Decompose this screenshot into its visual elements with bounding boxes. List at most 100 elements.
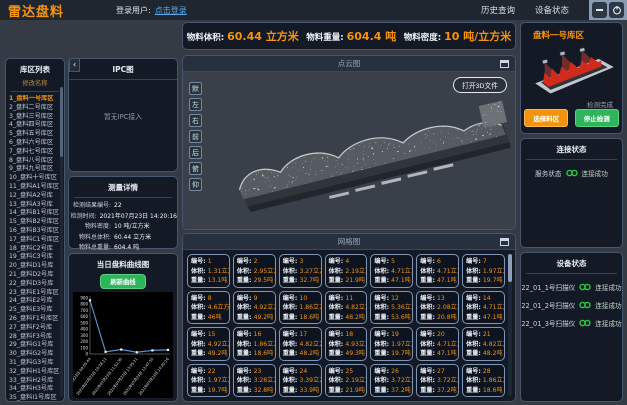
grid-wt-label: 重量:	[329, 314, 346, 321]
grid-cell-id: 编号: 27	[420, 367, 455, 377]
view-angle-button[interactable]: 右	[189, 114, 202, 127]
svg-text:100: 100	[80, 345, 88, 350]
device-status-link[interactable]: 设备状态	[535, 4, 569, 16]
open-3d-file-button[interactable]: 打开3D文件	[453, 77, 507, 93]
grid-cell[interactable]: 编号: 3体积: 3.27立方米重量: 32.7吨	[279, 254, 322, 288]
sidebar-item-storage-area[interactable]: 19_盘料C3号库	[9, 253, 64, 262]
grid-cell[interactable]: 编号: 16体积: 1.86立方米重量: 18.6吨	[233, 327, 276, 361]
sidebar-scrollbar[interactable]	[60, 87, 63, 397]
sidebar-item-storage-area[interactable]: 2_盘料二号库区	[9, 104, 64, 113]
expand-window-icon[interactable]	[500, 238, 509, 246]
grid-cell[interactable]: 编号: 24体积: 3.39立方米重量: 33.9吨	[279, 364, 322, 398]
grid-wt-value: 19.7吨	[208, 387, 228, 394]
sidebar-item-storage-area[interactable]: 35_盘料I1号库区	[9, 394, 64, 401]
sidebar-item-storage-area[interactable]: 31_盘料G3号库	[9, 359, 64, 368]
grid-scrollbar[interactable]	[508, 254, 512, 396]
select-area-button[interactable]: 选择料区	[524, 109, 568, 127]
grid-cell[interactable]: 编号: 10体积: 1.86立方米重量: 18.6吨	[279, 291, 322, 325]
grid-cell[interactable]: 编号: 17体积: 4.82立方米重量: 48.2吨	[279, 327, 322, 361]
sidebar-item-storage-area[interactable]: 27_盘料F2号库	[9, 324, 64, 333]
grid-cell-volume: 体积: 3.72立方米	[420, 376, 455, 386]
view-angle-button[interactable]: 左	[189, 98, 202, 111]
sidebar-item-storage-area[interactable]: 15_盘料B2号库区	[9, 218, 64, 227]
sidebar-item-storage-area[interactable]: 28_盘料F3号库	[9, 333, 64, 342]
pointcloud-viewport[interactable]: 默左右前后俯仰 打开3D文件	[183, 72, 515, 229]
view-angle-button[interactable]: 前	[189, 130, 202, 143]
sidebar-item-storage-area[interactable]: 33_盘料H2号库	[9, 377, 64, 386]
svg-text:2021年07月23日 13:05:21: 2021年07月23日 13:05:21	[106, 357, 138, 397]
sidebar-item-storage-area[interactable]: 26_盘料F1号库区	[9, 315, 64, 324]
grid-cell[interactable]: 编号: 18体积: 4.93立方米重量: 49.3吨	[325, 327, 368, 361]
sidebar-item-storage-area[interactable]: 11_盘料A1号库区	[9, 183, 64, 192]
grid-wt-value: 49.2吨	[208, 350, 228, 357]
view-angle-button[interactable]: 仰	[189, 178, 202, 191]
history-query-link[interactable]: 历史查询	[481, 4, 515, 16]
measure-rows: 检测结果编号:22检测时间:2021年07月23日 14:20:16物料密度:1…	[69, 201, 177, 254]
sidebar-item-storage-area[interactable]: 24_盘料E2号库	[9, 297, 64, 306]
grid-cell[interactable]: 编号: 28体积: 1.86立方米重量: 18.6吨	[462, 364, 505, 398]
rename-link[interactable]: 修改名称	[6, 78, 64, 87]
sidebar-item-storage-area[interactable]: 10_盘料十号库区	[9, 174, 64, 183]
sidebar-item-storage-area[interactable]: 30_盘料G2号库	[9, 350, 64, 359]
grid-cell[interactable]: 编号: 26体积: 3.72立方米重量: 37.2吨	[370, 364, 413, 398]
status-row-label: 22_01_3号扫描仪	[521, 318, 575, 328]
collapse-button[interactable]: ‹	[69, 58, 80, 72]
sidebar-item-storage-area[interactable]: 14_盘料B1号库区	[9, 209, 64, 218]
grid-cell[interactable]: 编号: 7体积: 1.97立方米重量: 19.7吨	[462, 254, 505, 288]
grid-cell[interactable]: 编号: 2体积: 2.95立方米重量: 29.5吨	[233, 254, 276, 288]
grid-cell[interactable]: 编号: 15体积: 4.92立方米重量: 49.2吨	[187, 327, 230, 361]
login-link[interactable]: 点击登录	[155, 5, 187, 16]
power-button[interactable]	[609, 2, 624, 18]
sidebar-item-storage-area[interactable]: 20_盘料D1号库	[9, 262, 64, 271]
sidebar-item-storage-area[interactable]: 16_盘料B3号库区	[9, 227, 64, 236]
sidebar-item-storage-area[interactable]: 25_盘料E3号库	[9, 306, 64, 315]
view-angle-button[interactable]: 俯	[189, 162, 202, 175]
sidebar-item-storage-area[interactable]: 29_盘料G1号库	[9, 341, 64, 350]
grid-cell[interactable]: 编号: 25体积: 2.19立方米重量: 21.9吨	[325, 364, 368, 398]
sidebar-item-storage-area[interactable]: 23_盘料E1号库区	[9, 289, 64, 298]
minimize-button[interactable]	[592, 2, 607, 18]
grid-wt-value: 48.2吨	[483, 350, 503, 357]
measure-row: 检测时间:2021年07月23日 14:20:16	[69, 212, 177, 223]
grid-cell[interactable]: 编号: 27体积: 3.72立方米重量: 37.2吨	[416, 364, 459, 398]
refresh-curve-button[interactable]: 刷新曲线	[100, 274, 145, 289]
divider	[11, 91, 59, 92]
grid-wt-value: 37.2吨	[437, 387, 457, 394]
grid-cell[interactable]: 编号: 20体积: 4.71立方米重量: 47.1吨	[416, 327, 459, 361]
sidebar-item-storage-area[interactable]: 34_盘料H3号库	[9, 385, 64, 394]
grid-cell[interactable]: 编号: 5体积: 4.71立方米重量: 47.1吨	[370, 254, 413, 288]
grid-cell[interactable]: 编号: 12体积: 5.36立方米重量: 53.6吨	[370, 291, 413, 325]
grid-wt-label: 重量:	[329, 350, 346, 357]
grid-cell[interactable]: 编号: 22体积: 1.97立方米重量: 19.7吨	[187, 364, 230, 398]
sidebar-item-storage-area[interactable]: 5_盘料五号库区	[9, 130, 64, 139]
grid-cell[interactable]: 编号: 1体积: 1.31立方米重量: 13.1吨	[187, 254, 230, 288]
sidebar-item-storage-area[interactable]: 7_盘料七号库区	[9, 148, 64, 157]
sidebar-item-storage-area[interactable]: 1_盘料一号库区	[9, 95, 64, 104]
grid-cell[interactable]: 编号: 19体积: 1.97立方米重量: 19.7吨	[370, 327, 413, 361]
sidebar-item-storage-area[interactable]: 9_盘料九号库区	[9, 165, 64, 174]
view-angle-button[interactable]: 默	[189, 82, 202, 95]
grid-cell[interactable]: 编号: 4体积: 2.19立方米重量: 21.9吨	[325, 254, 368, 288]
sidebar-item-storage-area[interactable]: 22_盘料D3号库	[9, 280, 64, 289]
measure-panel-title: 测量详情	[69, 177, 177, 193]
grid-cell[interactable]: 编号: 23体积: 3.28立方米重量: 32.8吨	[233, 364, 276, 398]
sidebar-item-storage-area[interactable]: 17_盘料C1号库区	[9, 236, 64, 245]
grid-cell[interactable]: 编号: 11体积: 4.82立方米重量: 48.2吨	[325, 291, 368, 325]
expand-window-icon[interactable]	[500, 60, 509, 68]
grid-cell[interactable]: 编号: 14体积: 4.71立方米重量: 47.1吨	[462, 291, 505, 325]
grid-cell[interactable]: 编号: 13体积: 2.08立方米重量: 20.8吨	[416, 291, 459, 325]
sidebar-item-storage-area[interactable]: 4_盘料四号库区	[9, 121, 64, 130]
view-angle-button[interactable]: 后	[189, 146, 202, 159]
grid-cell[interactable]: 编号: 21体积: 4.82立方米重量: 48.2吨	[462, 327, 505, 361]
sidebar-item-storage-area[interactable]: 32_盘料H1号库区	[9, 368, 64, 377]
grid-cell[interactable]: 编号: 9体积: 4.92立方米重量: 49.2吨	[233, 291, 276, 325]
grid-cell[interactable]: 编号: 6体积: 4.71立方米重量: 47.1吨	[416, 254, 459, 288]
sidebar-item-storage-area[interactable]: 6_盘料六号库区	[9, 139, 64, 148]
grid-cell-weight: 重量: 33.9吨	[283, 386, 318, 396]
sidebar-item-storage-area[interactable]: 12_盘料A2号库	[9, 192, 64, 201]
grid-cell[interactable]: 编号: 8体积: 4.6立方米重量: 46吨	[187, 291, 230, 325]
grid-wt-label: 重量:	[466, 277, 483, 284]
stop-detect-button[interactable]: 停止检测	[575, 109, 619, 127]
svg-text:500: 500	[80, 320, 88, 325]
sidebar-item-storage-area[interactable]: 21_盘料D2号库	[9, 271, 64, 280]
